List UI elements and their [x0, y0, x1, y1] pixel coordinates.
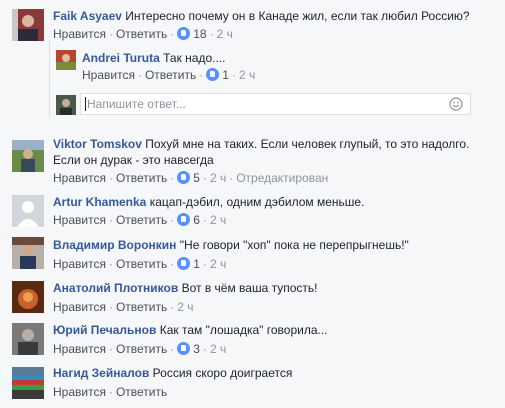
timestamp[interactable]: 2 ч: [210, 213, 226, 227]
like-link[interactable]: Нравится: [53, 171, 106, 185]
avatar[interactable]: [12, 323, 44, 355]
reply-link[interactable]: Ответить: [116, 213, 167, 227]
reply-link[interactable]: Ответить: [116, 300, 167, 314]
like-count[interactable]: 6: [193, 213, 200, 227]
comment-text: Интересно почему он в Канаде жил, если т…: [125, 9, 470, 23]
commenter-name[interactable]: Нагид Зейналов: [53, 366, 149, 380]
comment-text: Похуй мне на таких. Если человек глупый,…: [145, 137, 470, 151]
current-user-avatar: [56, 95, 76, 115]
like-link[interactable]: Нравится: [53, 257, 106, 271]
like-link[interactable]: Нравится: [53, 342, 106, 356]
avatar[interactable]: [12, 140, 44, 172]
comment-text: "Не говори "хоп" пока не перепрыгнешь!": [179, 238, 409, 252]
like-icon: [177, 342, 191, 355]
like-count[interactable]: 5: [193, 171, 200, 185]
timestamp[interactable]: 2 ч: [210, 171, 226, 185]
like-icon: [177, 27, 191, 40]
comment-text: Вот в чём ваша тупость!: [181, 281, 318, 295]
comment-actions: Нравится · Ответить · 6 · 2 ч: [53, 213, 227, 227]
like-icon: [177, 257, 191, 270]
comment-text: Так надо....: [163, 51, 226, 65]
comment-actions: Нравится · Ответить · 1 · 2 ч: [82, 68, 256, 82]
timestamp[interactable]: 2 ч: [177, 300, 193, 314]
commenter-name[interactable]: Andrei Turuta: [82, 51, 160, 65]
comment-actions: Нравится · Ответить · 1 · 2 ч: [53, 257, 227, 271]
like-count[interactable]: 1: [222, 68, 229, 82]
avatar[interactable]: [12, 9, 44, 41]
comment-text: кацап-дэбил, одним дэбилом меньше.: [149, 195, 365, 209]
avatar[interactable]: [12, 281, 44, 313]
timestamp[interactable]: 2 ч: [239, 68, 255, 82]
like-link[interactable]: Нравится: [53, 300, 106, 314]
timestamp[interactable]: 2 ч: [210, 342, 226, 356]
commenter-name[interactable]: Юрий Печальнов: [53, 323, 156, 337]
timestamp[interactable]: 2 ч: [210, 257, 226, 271]
comment-actions: Нравится · Ответить · 3 · 2 ч: [53, 342, 227, 356]
commenter-name[interactable]: Faik Asyaev: [53, 9, 122, 23]
like-link[interactable]: Нравится: [53, 385, 106, 399]
reply-link[interactable]: Ответить: [145, 68, 196, 82]
avatar[interactable]: [56, 50, 76, 70]
like-link[interactable]: Нравится: [82, 68, 135, 82]
comment-actions: Нравится · Ответить · 2 ч: [53, 300, 194, 314]
like-icon: [177, 171, 191, 184]
like-count[interactable]: 1: [193, 257, 200, 271]
commenter-name[interactable]: Владимир Воронкин: [53, 238, 176, 252]
commenter-name[interactable]: Анатолий Плотников: [53, 281, 178, 295]
comment-text-line2: Если он дурак - это навсегда: [53, 153, 214, 167]
like-icon: [206, 68, 220, 81]
reply-input[interactable]: [87, 96, 437, 112]
reply-link[interactable]: Ответить: [116, 171, 167, 185]
reply-box: [80, 93, 471, 115]
like-link[interactable]: Нравится: [53, 213, 106, 227]
text-cursor: [85, 97, 86, 111]
reply-link[interactable]: Ответить: [116, 27, 167, 41]
edited-label[interactable]: Отредактирован: [236, 171, 328, 185]
like-icon: [177, 213, 191, 226]
like-count[interactable]: 3: [193, 342, 200, 356]
like-link[interactable]: Нравится: [53, 27, 106, 41]
avatar[interactable]: [12, 195, 44, 227]
comment-actions: Нравится · Ответить: [53, 385, 168, 399]
avatar[interactable]: [12, 237, 44, 269]
emoji-icon[interactable]: [449, 97, 463, 111]
comment-actions: Нравится · Ответить · 5 · 2 ч · Отредактирован: [53, 171, 329, 185]
reply-link[interactable]: Ответить: [116, 342, 167, 356]
commenter-name[interactable]: Viktor Tomskov: [53, 137, 142, 151]
comment-text: Как там "лошадка" говорила...: [159, 323, 328, 337]
reply-link[interactable]: Ответить: [116, 257, 167, 271]
comment-actions: Нравится · Ответить · 18 · 2 ч: [53, 27, 233, 41]
commenter-name[interactable]: Artur Khamenka: [53, 195, 146, 209]
like-count[interactable]: 18: [193, 27, 206, 41]
comment-text: Россия скоро доиграется: [152, 366, 293, 380]
thread-line: [49, 40, 50, 118]
reply-link[interactable]: Ответить: [116, 385, 167, 399]
timestamp[interactable]: 2 ч: [217, 27, 233, 41]
avatar[interactable]: [12, 367, 44, 399]
